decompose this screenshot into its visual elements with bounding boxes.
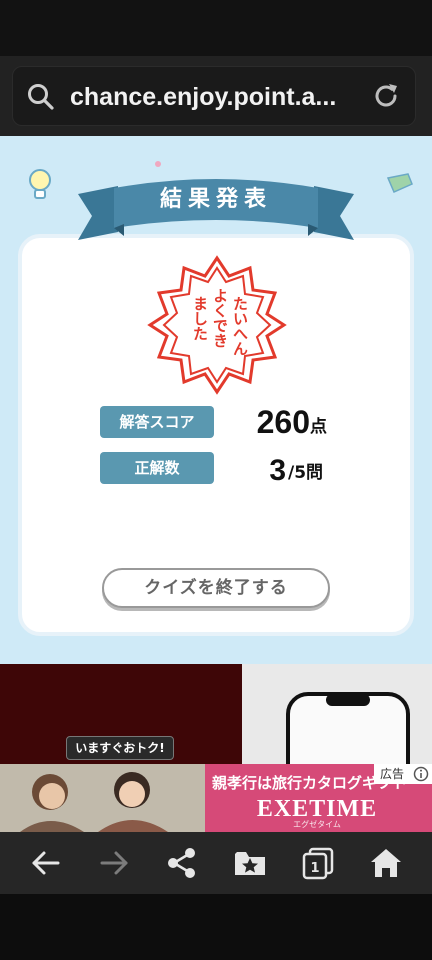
correct-count-total: /5問: [288, 463, 324, 483]
ribbon-title: 結果発表: [159, 187, 272, 212]
info-icon[interactable]: [413, 766, 429, 782]
great-job-stamp: たいへん よくでき ました: [147, 255, 287, 395]
ad-label[interactable]: 広告: [380, 764, 410, 784]
ad-photo[interactable]: [0, 764, 205, 832]
back-arrow-icon[interactable]: [26, 843, 66, 883]
lightbulb-icon: [29, 169, 51, 199]
bookmark-star-icon[interactable]: [230, 843, 270, 883]
score-unit: 点: [310, 417, 327, 437]
end-quiz-button[interactable]: クイズを終了する: [102, 568, 330, 608]
correct-count-label: 正解数: [100, 452, 214, 484]
forward-arrow-icon[interactable]: [94, 843, 134, 883]
stamp-line-2: よくでき: [211, 288, 229, 348]
score-value: 260: [256, 404, 310, 440]
url-text[interactable]: chance.enjoy.point.a...: [70, 80, 356, 114]
dot-deco-icon: [155, 161, 161, 167]
tab-count: 1: [310, 861, 319, 876]
search-icon[interactable]: [26, 82, 56, 112]
correct-count-value: 3: [269, 454, 286, 487]
stamp-line-3: ました: [191, 296, 209, 341]
score-label: 解答スコア: [100, 406, 214, 438]
stamp-line-1: たいへん: [231, 296, 249, 356]
share-icon[interactable]: [162, 843, 202, 883]
tabs-icon[interactable]: 1: [298, 843, 338, 883]
pencil-deco-icon: [386, 173, 413, 193]
ad-brand-sub: エグゼタイム: [293, 820, 341, 829]
system-nav-area: [0, 894, 432, 960]
promo-badge: いますぐおトク!: [66, 736, 174, 760]
reload-icon[interactable]: [370, 80, 402, 112]
home-icon[interactable]: [366, 843, 406, 883]
status-bar: [0, 0, 432, 56]
